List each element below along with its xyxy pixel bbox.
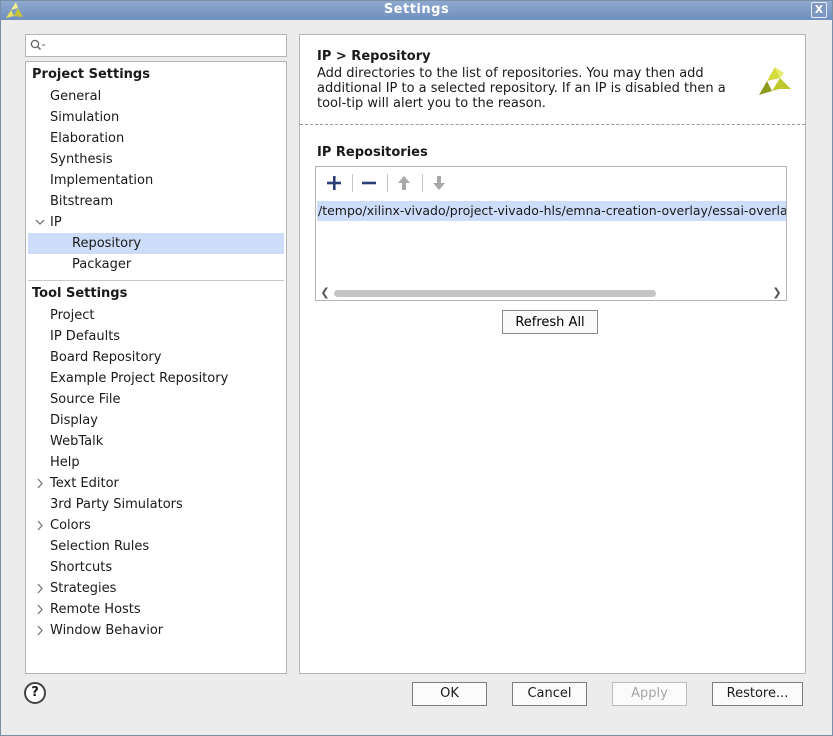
page-title: IP > Repository [317, 49, 431, 64]
tree-item-label: Text Editor [50, 476, 119, 491]
tree-item-synthesis[interactable]: Synthesis [26, 149, 286, 170]
settings-tree: Project Settings General Simulation Elab… [25, 61, 287, 674]
toolbar-separator [352, 174, 353, 192]
chevron-right-icon[interactable] [35, 620, 45, 641]
refresh-all-button[interactable]: Refresh All [502, 310, 598, 334]
tree-item-label: IP Defaults [50, 329, 121, 344]
move-down-button[interactable] [427, 173, 451, 195]
tree-item-label: Example Project Repository [50, 371, 229, 386]
tree-divider [28, 280, 284, 281]
tree-item-simulation[interactable]: Simulation [26, 107, 286, 128]
tree-item-label: Shortcuts [50, 560, 113, 575]
ip-repositories-heading: IP Repositories [317, 145, 428, 160]
tree-item-window-behavior[interactable]: Window Behavior [26, 620, 286, 641]
tree-item-ip-defaults[interactable]: IP Defaults [26, 326, 286, 347]
tree-item-example-project-repository[interactable]: Example Project Repository [26, 368, 286, 389]
apply-button[interactable]: Apply [612, 682, 687, 706]
add-icon [327, 176, 341, 190]
move-up-icon [398, 176, 410, 190]
settings-dialog: Settings X Project Settings General Simu… [0, 0, 833, 736]
tree-item-general[interactable]: General [26, 86, 286, 107]
add-repository-button[interactable] [322, 173, 346, 195]
help-icon: ? [31, 685, 39, 700]
tree-item-packager[interactable]: Packager [26, 254, 286, 275]
move-up-button[interactable] [392, 173, 416, 195]
help-button[interactable]: ? [24, 682, 46, 704]
tree-item-shortcuts[interactable]: Shortcuts [26, 557, 286, 578]
restore-button[interactable]: Restore... [712, 682, 803, 706]
tree-item-webtalk[interactable]: WebTalk [26, 431, 286, 452]
tree-item-label: 3rd Party Simulators [50, 497, 183, 512]
tree-item-label: WebTalk [50, 434, 104, 449]
tree-item-elaboration[interactable]: Elaboration [26, 128, 286, 149]
tree-item-selection-rules[interactable]: Selection Rules [26, 536, 286, 557]
tree-item-label: Strategies [50, 581, 117, 596]
chevron-right-icon[interactable] [35, 473, 45, 494]
remove-icon [362, 181, 376, 185]
title-bar[interactable]: Settings X [1, 1, 832, 20]
tree-item-label: Board Repository [50, 350, 162, 365]
tree-item-label: Selection Rules [50, 539, 150, 554]
window-title: Settings [383, 2, 450, 17]
tree-item-project[interactable]: Project [26, 305, 286, 326]
scrollbar-thumb[interactable] [334, 290, 656, 297]
tree-item-strategies[interactable]: Strategies [26, 578, 286, 599]
tree-item-label: Window Behavior [50, 623, 164, 638]
repository-row[interactable]: /tempo/xilinx-vivado/project-vivado-hls/… [317, 201, 786, 221]
tree-item-help[interactable]: Help [26, 452, 286, 473]
tree-item-label: Remote Hosts [50, 602, 141, 617]
close-button[interactable]: X [811, 2, 827, 18]
tree-item-source-file[interactable]: Source File [26, 389, 286, 410]
search-icon [30, 39, 45, 51]
vivado-logo-icon [759, 67, 791, 95]
chevron-right-icon[interactable] [35, 578, 45, 599]
tree-section-tool-settings: Tool Settings [32, 286, 128, 301]
tree-item-label: Repository [72, 236, 142, 251]
tree-item-label: IP [50, 215, 62, 230]
tree-item-ip[interactable]: IP [26, 212, 286, 233]
tree-item-board-repository[interactable]: Board Repository [26, 347, 286, 368]
toolbar-separator [387, 174, 388, 192]
settings-content-panel: IP > Repository Add directories to the l… [299, 34, 806, 674]
scroll-right-icon[interactable]: ❯ [770, 286, 784, 300]
tree-item-label: General [50, 89, 102, 104]
move-down-icon [433, 176, 445, 190]
tree-item-label: Project [50, 308, 95, 323]
tree-item-label: Bitstream [50, 194, 114, 209]
header-divider [300, 124, 805, 125]
horizontal-scrollbar[interactable]: ❮ ❯ [316, 286, 786, 300]
tree-item-label: Colors [50, 518, 91, 533]
tree-item-implementation[interactable]: Implementation [26, 170, 286, 191]
tree-item-3rd-party-simulators[interactable]: 3rd Party Simulators [26, 494, 286, 515]
tree-item-text-editor[interactable]: Text Editor [26, 473, 286, 494]
tree-item-label: Help [50, 455, 80, 470]
tree-item-label: Display [50, 413, 98, 428]
tree-section-project-settings: Project Settings [32, 67, 150, 82]
ok-button[interactable]: OK [412, 682, 487, 706]
search-input[interactable] [48, 37, 282, 54]
chevron-down-icon[interactable] [35, 212, 45, 233]
tree-item-display[interactable]: Display [26, 410, 286, 431]
tree-item-label: Synthesis [50, 152, 113, 167]
tree-item-label: Implementation [50, 173, 154, 188]
settings-search[interactable] [25, 34, 287, 57]
remove-repository-button[interactable] [357, 173, 381, 195]
repository-list-box: /tempo/xilinx-vivado/project-vivado-hls/… [315, 166, 787, 301]
tree-item-label: Simulation [50, 110, 120, 125]
tree-item-bitstream[interactable]: Bitstream [26, 191, 286, 212]
cancel-button[interactable]: Cancel [512, 682, 587, 706]
close-icon: X [814, 3, 824, 16]
chevron-right-icon[interactable] [35, 515, 45, 536]
toolbar-separator [422, 174, 423, 192]
tree-item-label: Source File [50, 392, 121, 407]
tree-item-remote-hosts[interactable]: Remote Hosts [26, 599, 286, 620]
tree-item-repository[interactable]: Repository [28, 233, 284, 254]
tree-item-label: Packager [72, 257, 132, 272]
repository-toolbar [316, 167, 786, 199]
tree-item-colors[interactable]: Colors [26, 515, 286, 536]
scroll-left-icon[interactable]: ❮ [318, 286, 332, 300]
tree-item-label: Elaboration [50, 131, 125, 146]
chevron-right-icon[interactable] [35, 599, 45, 620]
page-description: Add directories to the list of repositor… [317, 66, 726, 111]
